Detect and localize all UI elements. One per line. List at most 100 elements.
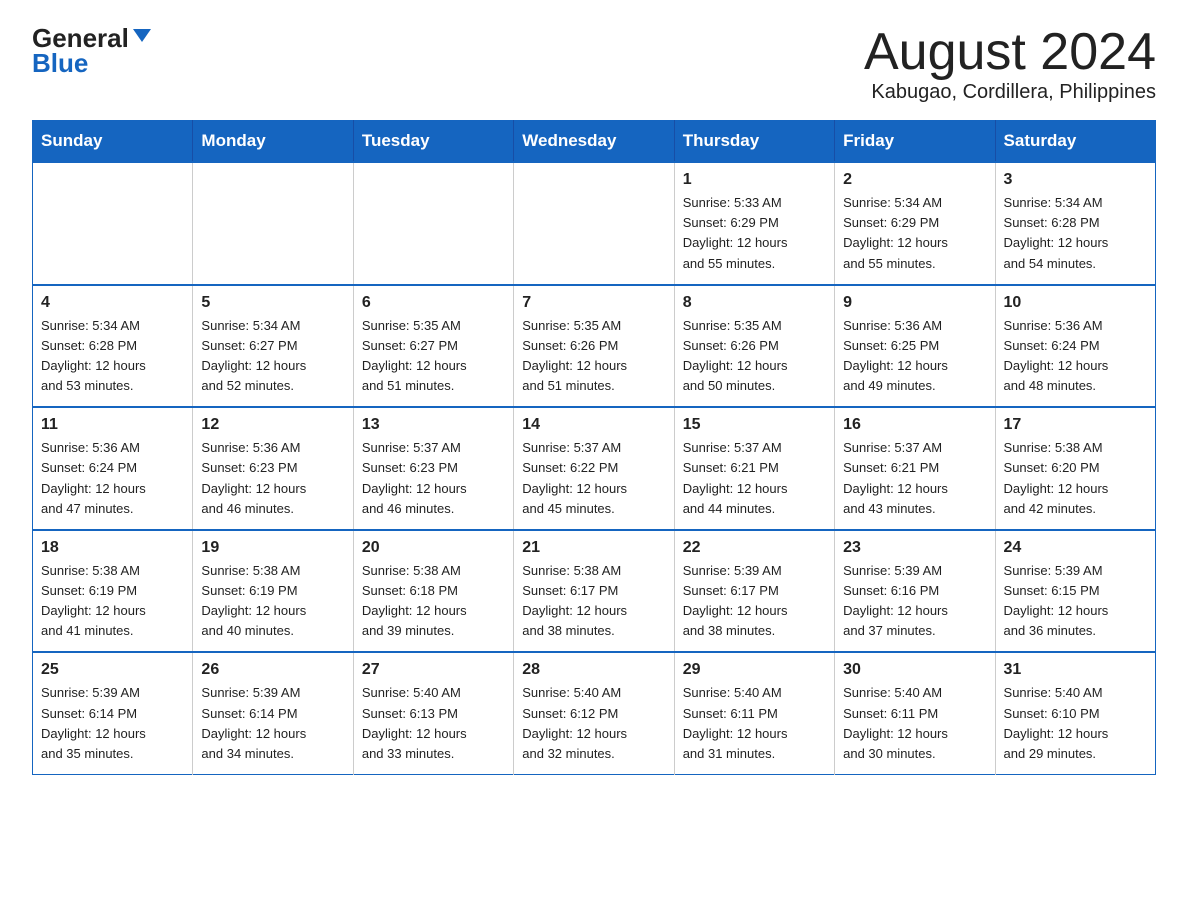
col-friday: Friday xyxy=(835,121,995,163)
table-row: 21 Sunrise: 5:38 AMSunset: 6:17 PMDayligh… xyxy=(514,530,674,653)
day-number: 26 xyxy=(201,661,344,679)
day-info: Sunrise: 5:33 AMSunset: 6:29 PMDaylight:… xyxy=(683,193,826,274)
table-row: 18 Sunrise: 5:38 AMSunset: 6:19 PMDayligh… xyxy=(33,530,193,653)
day-info: Sunrise: 5:34 AMSunset: 6:29 PMDaylight:… xyxy=(843,193,986,274)
day-info: Sunrise: 5:36 AMSunset: 6:24 PMDaylight:… xyxy=(1004,316,1147,397)
day-number: 10 xyxy=(1004,294,1147,312)
calendar-week-row: 4 Sunrise: 5:34 AMSunset: 6:28 PMDaylight… xyxy=(33,285,1156,408)
day-number: 2 xyxy=(843,171,986,189)
day-number: 24 xyxy=(1004,539,1147,557)
day-number: 11 xyxy=(41,416,184,434)
day-info: Sunrise: 5:38 AMSunset: 6:17 PMDaylight:… xyxy=(522,561,665,642)
day-info: Sunrise: 5:37 AMSunset: 6:21 PMDaylight:… xyxy=(843,438,986,519)
col-sunday: Sunday xyxy=(33,121,193,163)
day-info: Sunrise: 5:37 AMSunset: 6:23 PMDaylight:… xyxy=(362,438,505,519)
day-info: Sunrise: 5:40 AMSunset: 6:13 PMDaylight:… xyxy=(362,683,505,764)
table-row: 16Sunrise: 5:37 AMSunset: 6:21 PMDayligh… xyxy=(835,407,995,530)
day-number: 1 xyxy=(683,171,826,189)
day-number: 21 xyxy=(522,539,665,557)
logo-blue: Blue xyxy=(32,49,88,78)
table-row: 7 Sunrise: 5:35 AMSunset: 6:26 PMDaylight… xyxy=(514,285,674,408)
day-number: 27 xyxy=(362,661,505,679)
day-number: 15 xyxy=(683,416,826,434)
table-row xyxy=(33,162,193,285)
table-row: 25 Sunrise: 5:39 AMSunset: 6:14 PMDayligh… xyxy=(33,652,193,774)
table-row: 12 Sunrise: 5:36 AMSunset: 6:23 PMDayligh… xyxy=(193,407,353,530)
day-info: Sunrise: 5:40 AMSunset: 6:11 PMDaylight:… xyxy=(683,683,826,764)
page-header: General Blue August 2024 Kabugao, Cordil… xyxy=(32,24,1156,104)
day-number: 14 xyxy=(522,416,665,434)
day-info: Sunrise: 5:38 AMSunset: 6:19 PMDaylight:… xyxy=(201,561,344,642)
day-number: 31 xyxy=(1004,661,1147,679)
table-row: 19 Sunrise: 5:38 AMSunset: 6:19 PMDayligh… xyxy=(193,530,353,653)
day-number: 8 xyxy=(683,294,826,312)
table-row: 8Sunrise: 5:35 AMSunset: 6:26 PMDaylight… xyxy=(674,285,834,408)
day-number: 7 xyxy=(522,294,665,312)
day-info: Sunrise: 5:40 AMSunset: 6:11 PMDaylight:… xyxy=(843,683,986,764)
calendar-week-row: 25 Sunrise: 5:39 AMSunset: 6:14 PMDayligh… xyxy=(33,652,1156,774)
table-row: 5Sunrise: 5:34 AMSunset: 6:27 PMDaylight… xyxy=(193,285,353,408)
day-info: Sunrise: 5:35 AMSunset: 6:27 PMDaylight:… xyxy=(362,316,505,397)
table-row: 1 Sunrise: 5:33 AMSunset: 6:29 PMDaylight… xyxy=(674,162,834,285)
day-number: 23 xyxy=(843,539,986,557)
table-row: 29Sunrise: 5:40 AMSunset: 6:11 PMDayligh… xyxy=(674,652,834,774)
day-info: Sunrise: 5:34 AMSunset: 6:28 PMDaylight:… xyxy=(41,316,184,397)
table-row: 2 Sunrise: 5:34 AMSunset: 6:29 PMDaylight… xyxy=(835,162,995,285)
table-row: 9Sunrise: 5:36 AMSunset: 6:25 PMDaylight… xyxy=(835,285,995,408)
day-number: 5 xyxy=(201,294,344,312)
calendar-subtitle: Kabugao, Cordillera, Philippines xyxy=(864,81,1156,104)
table-row: 23 Sunrise: 5:39 AMSunset: 6:16 PMDayligh… xyxy=(835,530,995,653)
table-row: 15 Sunrise: 5:37 AMSunset: 6:21 PMDayligh… xyxy=(674,407,834,530)
logo: General Blue xyxy=(32,24,151,77)
day-number: 20 xyxy=(362,539,505,557)
table-row: 3 Sunrise: 5:34 AMSunset: 6:28 PMDaylight… xyxy=(995,162,1155,285)
table-row xyxy=(193,162,353,285)
table-row: 20 Sunrise: 5:38 AMSunset: 6:18 PMDayligh… xyxy=(353,530,513,653)
day-number: 17 xyxy=(1004,416,1147,434)
day-info: Sunrise: 5:34 AMSunset: 6:28 PMDaylight:… xyxy=(1004,193,1147,274)
table-row: 26 Sunrise: 5:39 AMSunset: 6:14 PMDayligh… xyxy=(193,652,353,774)
calendar-table: Sunday Monday Tuesday Wednesday Thursday… xyxy=(32,120,1156,775)
day-number: 28 xyxy=(522,661,665,679)
day-info: Sunrise: 5:35 AMSunset: 6:26 PMDaylight:… xyxy=(522,316,665,397)
col-tuesday: Tuesday xyxy=(353,121,513,163)
table-row: 4 Sunrise: 5:34 AMSunset: 6:28 PMDaylight… xyxy=(33,285,193,408)
day-info: Sunrise: 5:40 AMSunset: 6:10 PMDaylight:… xyxy=(1004,683,1147,764)
day-number: 3 xyxy=(1004,171,1147,189)
table-row: 11 Sunrise: 5:36 AMSunset: 6:24 PMDayligh… xyxy=(33,407,193,530)
table-row: 30 Sunrise: 5:40 AMSunset: 6:11 PMDayligh… xyxy=(835,652,995,774)
day-number: 4 xyxy=(41,294,184,312)
day-number: 25 xyxy=(41,661,184,679)
col-saturday: Saturday xyxy=(995,121,1155,163)
day-info: Sunrise: 5:36 AMSunset: 6:23 PMDaylight:… xyxy=(201,438,344,519)
day-info: Sunrise: 5:37 AMSunset: 6:21 PMDaylight:… xyxy=(683,438,826,519)
calendar-week-row: 18 Sunrise: 5:38 AMSunset: 6:19 PMDayligh… xyxy=(33,530,1156,653)
day-number: 13 xyxy=(362,416,505,434)
title-block: August 2024 Kabugao, Cordillera, Philipp… xyxy=(864,24,1156,104)
day-number: 19 xyxy=(201,539,344,557)
day-info: Sunrise: 5:39 AMSunset: 6:16 PMDaylight:… xyxy=(843,561,986,642)
day-info: Sunrise: 5:38 AMSunset: 6:18 PMDaylight:… xyxy=(362,561,505,642)
day-info: Sunrise: 5:40 AMSunset: 6:12 PMDaylight:… xyxy=(522,683,665,764)
day-info: Sunrise: 5:39 AMSunset: 6:14 PMDaylight:… xyxy=(201,683,344,764)
table-row: 10 Sunrise: 5:36 AMSunset: 6:24 PMDayligh… xyxy=(995,285,1155,408)
col-wednesday: Wednesday xyxy=(514,121,674,163)
day-number: 22 xyxy=(683,539,826,557)
day-info: Sunrise: 5:38 AMSunset: 6:19 PMDaylight:… xyxy=(41,561,184,642)
day-number: 12 xyxy=(201,416,344,434)
day-info: Sunrise: 5:37 AMSunset: 6:22 PMDaylight:… xyxy=(522,438,665,519)
day-number: 6 xyxy=(362,294,505,312)
day-info: Sunrise: 5:36 AMSunset: 6:24 PMDaylight:… xyxy=(41,438,184,519)
day-number: 18 xyxy=(41,539,184,557)
day-number: 30 xyxy=(843,661,986,679)
table-row: 13 Sunrise: 5:37 AMSunset: 6:23 PMDayligh… xyxy=(353,407,513,530)
calendar-title: August 2024 xyxy=(864,24,1156,81)
table-row: 31 Sunrise: 5:40 AMSunset: 6:10 PMDayligh… xyxy=(995,652,1155,774)
table-row: 14 Sunrise: 5:37 AMSunset: 6:22 PMDayligh… xyxy=(514,407,674,530)
calendar-header-row: Sunday Monday Tuesday Wednesday Thursday… xyxy=(33,121,1156,163)
col-monday: Monday xyxy=(193,121,353,163)
day-info: Sunrise: 5:36 AMSunset: 6:25 PMDaylight:… xyxy=(843,316,986,397)
day-info: Sunrise: 5:39 AMSunset: 6:14 PMDaylight:… xyxy=(41,683,184,764)
col-thursday: Thursday xyxy=(674,121,834,163)
calendar-week-row: 1 Sunrise: 5:33 AMSunset: 6:29 PMDaylight… xyxy=(33,162,1156,285)
